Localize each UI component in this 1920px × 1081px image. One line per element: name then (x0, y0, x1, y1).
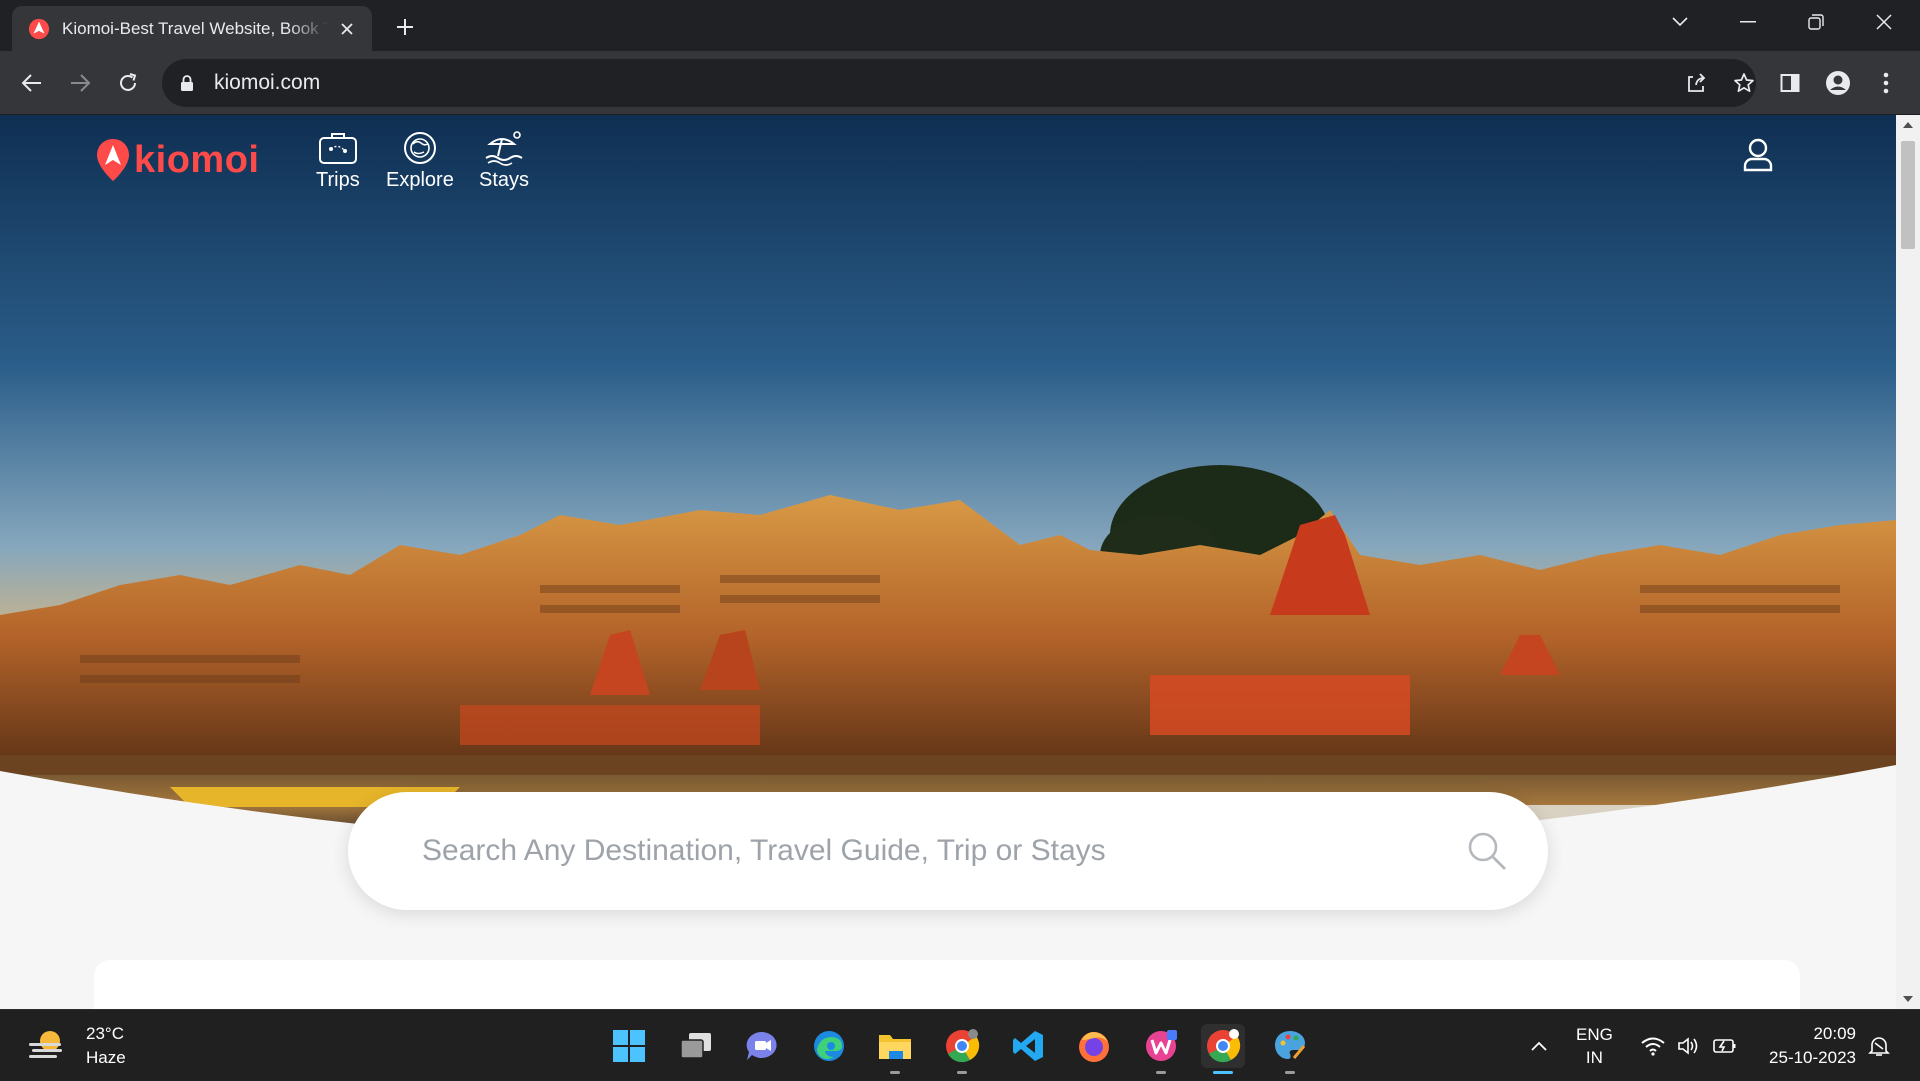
nav-explore[interactable]: Explore (386, 129, 454, 192)
nav-trips-label: Trips (316, 169, 360, 191)
search-input[interactable] (422, 834, 1422, 868)
wps-office-icon[interactable] (1139, 1024, 1183, 1074)
language-primary: ENG (1576, 1025, 1613, 1044)
scroll-up-arrow-icon[interactable] (1903, 122, 1913, 128)
nav-trips[interactable]: Trips (316, 129, 360, 192)
show-hidden-icons-chevron-icon[interactable] (1526, 1010, 1552, 1081)
menu-kebab-icon[interactable] (1868, 65, 1904, 101)
nav-explore-label: Explore (386, 169, 454, 191)
running-indicator (890, 1071, 900, 1074)
volume-icon[interactable] (1676, 1010, 1702, 1081)
clock-date: 25-10-2023 (1769, 1048, 1856, 1067)
start-button[interactable] (607, 1024, 651, 1068)
kiomoi-logo-icon (97, 139, 129, 181)
wifi-icon[interactable] (1640, 1010, 1666, 1081)
weather-widget[interactable]: 23°C Haze (26, 1022, 126, 1070)
new-tab-button[interactable] (390, 12, 420, 42)
clock-time: 20:09 (1813, 1024, 1856, 1043)
file-explorer-icon[interactable] (873, 1024, 917, 1074)
windows-taskbar: 23°C Haze ENG IN 20:09 25-10-2023 (0, 1009, 1920, 1080)
paint-icon[interactable] (1268, 1024, 1312, 1074)
lock-icon[interactable] (180, 74, 198, 92)
back-button[interactable] (14, 65, 50, 101)
task-view-icon[interactable] (674, 1024, 718, 1068)
notifications-icon[interactable] (1866, 1010, 1892, 1081)
chrome-active-icon[interactable] (1201, 1024, 1245, 1074)
haze-weather-icon (29, 1031, 62, 1058)
system-clock[interactable]: 20:09 25-10-2023 (1756, 1022, 1856, 1070)
weather-temperature: 23°C (86, 1024, 124, 1043)
browser-tab[interactable]: Kiomoi-Best Travel Website, Book Trips, … (12, 6, 372, 51)
close-window-button[interactable] (1850, 0, 1918, 44)
forward-button[interactable] (62, 65, 98, 101)
minimize-button[interactable] (1714, 0, 1782, 44)
share-icon[interactable] (1680, 67, 1712, 99)
firefox-icon[interactable] (1072, 1024, 1116, 1068)
nav-stays-label: Stays (479, 169, 530, 191)
tab-title: Kiomoi-Best Travel Website, Book Trips, … (62, 18, 328, 38)
tab-search-icon[interactable] (1646, 0, 1714, 44)
user-account-icon[interactable] (1738, 135, 1778, 175)
close-tab-icon[interactable] (336, 18, 358, 40)
url-text[interactable]: kiomoi.com (214, 71, 320, 95)
reload-button[interactable] (110, 65, 146, 101)
beach-icon (483, 129, 525, 167)
teams-chat-icon[interactable] (740, 1024, 784, 1068)
content-card (94, 960, 1800, 1009)
profile-icon[interactable] (1820, 65, 1856, 101)
browser-toolbar: kiomoi.com (0, 51, 1920, 115)
restore-button[interactable] (1782, 0, 1850, 44)
site-header: kiomoi Trips Explore Stays (0, 115, 1896, 225)
running-indicator (1156, 1071, 1166, 1074)
scrollbar-thumb[interactable] (1901, 141, 1915, 249)
input-language-indicator[interactable]: ENG IN (1576, 1023, 1613, 1069)
address-bar[interactable]: kiomoi.com (162, 59, 1756, 107)
edge-browser-icon[interactable] (807, 1024, 851, 1068)
language-secondary: IN (1585, 1048, 1603, 1067)
running-indicator (957, 1071, 967, 1074)
running-indicator (1285, 1071, 1295, 1074)
tab-strip: Kiomoi-Best Travel Website, Book Trips, … (0, 0, 1920, 51)
globe-icon (399, 129, 441, 167)
brand-name: kiomoi (134, 138, 260, 181)
bookmark-star-icon[interactable] (1728, 67, 1760, 99)
kiomoi-favicon-icon (28, 18, 50, 39)
vscode-icon[interactable] (1006, 1024, 1050, 1068)
active-indicator (1213, 1071, 1233, 1074)
page-scrollbar[interactable] (1896, 115, 1920, 1009)
kiomoi-logo[interactable]: kiomoi (96, 137, 259, 183)
suitcase-icon (317, 129, 359, 167)
battery-charging-icon[interactable] (1712, 1010, 1738, 1081)
side-panel-icon[interactable] (1772, 65, 1808, 101)
page-viewport: kiomoi Trips Explore Stays (0, 115, 1920, 1009)
destination-search-bar[interactable] (348, 792, 1548, 910)
search-icon[interactable] (1466, 830, 1508, 877)
nav-stays[interactable]: Stays (479, 129, 529, 192)
weather-condition: Haze (86, 1048, 126, 1067)
scroll-down-arrow-icon[interactable] (1903, 996, 1913, 1002)
chrome-profile-icon[interactable] (940, 1024, 984, 1074)
